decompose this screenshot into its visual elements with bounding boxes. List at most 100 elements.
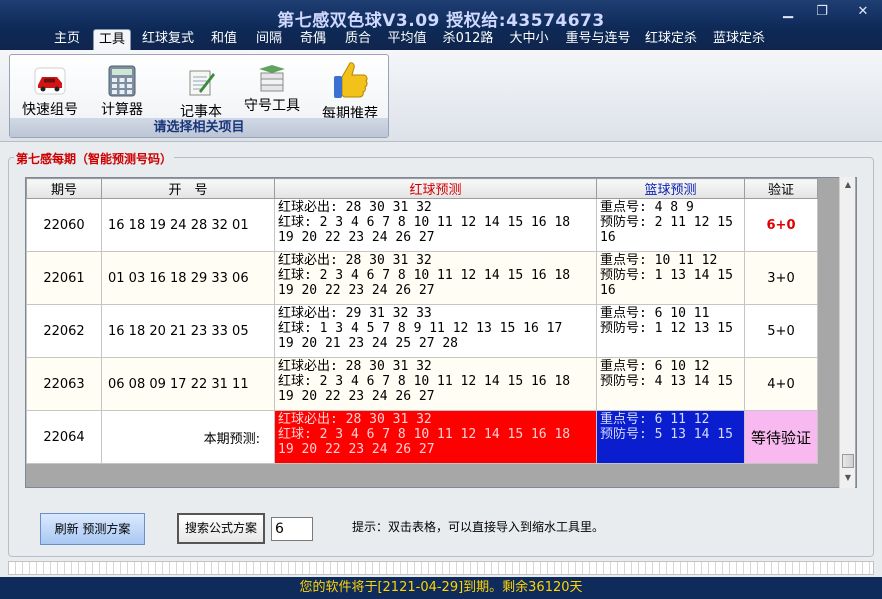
red-line-1: 红球: 1 3 4 5 7 8 9 11 12 13 15 16 17 <box>278 321 563 336</box>
menu-home[interactable]: 主页 <box>50 28 84 50</box>
title-bar: 第七感双色球V3.09 授权给:43574673 ▁ ❐ ✕ 主页 工具 红球复… <box>0 0 882 51</box>
cell-verify: 等待验证 <box>744 410 818 464</box>
refresh-prediction-button[interactable]: 刷新 预测方案 <box>40 513 145 545</box>
red-line-2: 19 20 22 23 24 26 27 <box>278 389 435 404</box>
tool-quick-combo[interactable]: 快速组号 <box>20 65 80 119</box>
blue-back-1: 预防号: 2 11 12 15 <box>600 215 733 230</box>
cell-issue: 22062 <box>26 304 102 358</box>
cell-verify: 5+0 <box>744 304 818 358</box>
cell-blue-prediction: 重点号: 10 11 12 预防号: 1 13 14 15 16 <box>596 251 745 305</box>
cell-issue: 22061 <box>26 251 102 305</box>
blue-back-1: 预防号: 1 12 13 15 <box>600 321 733 336</box>
menu-odd-even[interactable]: 奇偶 <box>294 28 332 50</box>
table-row[interactable]: 22060 16 18 19 24 28 32 01 红球必出: 28 30 3… <box>26 198 818 252</box>
toolbar-group: 快速组号 计算器 记事本 守号工具 每期推荐 请选择相关项目 <box>9 54 389 138</box>
menu-sum[interactable]: 和值 <box>205 28 243 50</box>
toolbar-area: 快速组号 计算器 记事本 守号工具 每期推荐 请选择相关项目 <box>0 50 882 142</box>
red-line-1: 红球: 2 3 4 6 7 8 10 11 12 14 15 16 18 <box>278 427 571 442</box>
menu-red-kill[interactable]: 红球定杀 <box>643 28 699 50</box>
red-must: 红球必出: 28 30 31 32 <box>278 200 432 215</box>
cell-red-prediction: 红球必出: 28 30 31 32 红球: 2 3 4 6 7 8 10 11 … <box>274 251 597 305</box>
toolbar-caption: 请选择相关项目 <box>10 118 388 137</box>
cell-issue: 22063 <box>26 357 102 411</box>
blue-key: 重点号: 6 10 11 <box>600 306 710 321</box>
blue-back-2: 16 <box>600 283 616 298</box>
cell-red-prediction: 红球必出: 28 30 31 32 红球: 2 3 4 6 7 8 10 11 … <box>274 198 597 252</box>
cell-blue-prediction: 重点号: 6 10 12 预防号: 4 13 14 15 <box>596 357 745 411</box>
red-must: 红球必出: 28 30 31 32 <box>278 359 432 374</box>
cell-verify: 6+0 <box>744 198 818 252</box>
search-formula-button[interactable]: 搜索公式方案 <box>177 513 265 544</box>
blue-back-1: 预防号: 4 13 14 15 <box>600 374 733 389</box>
tool-recommend[interactable]: 每期推荐 <box>316 59 384 123</box>
panel-legend: 第七感每期（智能预测号码） <box>14 150 175 167</box>
red-line-2: 19 20 22 23 24 26 27 <box>278 283 435 298</box>
cell-blue-prediction: 重点号: 6 10 11 预防号: 1 12 13 15 <box>596 304 745 358</box>
restore-icon[interactable]: ❐ <box>811 3 833 21</box>
menu-interval[interactable]: 间隔 <box>250 28 288 50</box>
notepad-icon <box>189 70 215 96</box>
cell-verify: 3+0 <box>744 251 818 305</box>
menu-tools[interactable]: 工具 <box>93 29 131 51</box>
menu-kill-012[interactable]: 杀012路 <box>440 28 496 50</box>
stack-icon <box>259 65 285 92</box>
blue-key: 重点号: 6 11 12 <box>600 412 710 427</box>
menu-blue-kill[interactable]: 蓝球定杀 <box>711 28 767 50</box>
tool-keep-number[interactable]: 守号工具 <box>240 63 304 115</box>
header-issue[interactable]: 期号 <box>26 178 102 199</box>
prediction-table[interactable]: 期号 开 号 红球预测 篮球预测 验证 22060 16 18 19 24 28… <box>25 177 857 488</box>
menu-bar: 主页 工具 红球复式 和值 间隔 奇偶 质合 平均值 杀012路 大中小 重号与… <box>0 28 882 51</box>
thumbs-up-icon <box>334 62 368 98</box>
menu-red-multiple[interactable]: 红球复式 <box>140 28 196 50</box>
table-row-current[interactable]: 22064 本期预测: 红球必出: 28 30 31 32 红球: 2 3 4 … <box>26 410 818 464</box>
blue-key: 重点号: 4 8 9 <box>600 200 694 215</box>
scroll-up-icon[interactable]: ▲ <box>840 180 856 189</box>
cell-blue-prediction: 重点号: 6 11 12 预防号: 5 13 14 15 <box>596 410 745 464</box>
expiry-footer: 您的软件将于[2121-04-29]到期。剩余36120天 <box>0 577 882 599</box>
red-line-2: 19 20 22 23 24 26 27 <box>278 442 435 457</box>
blue-back-2: 16 <box>600 230 616 245</box>
menu-prime-composite[interactable]: 质合 <box>339 28 377 50</box>
cell-draw: 01 03 16 18 29 33 06 <box>101 251 275 305</box>
status-strip <box>8 561 874 575</box>
header-red-prediction[interactable]: 红球预测 <box>274 178 597 199</box>
red-line-2: 19 20 22 23 24 26 27 <box>278 230 435 245</box>
minimize-icon[interactable]: ▁ <box>777 3 799 21</box>
red-must: 红球必出: 28 30 31 32 <box>278 412 432 427</box>
red-must: 红球必出: 28 30 31 32 <box>278 253 432 268</box>
cell-draw: 06 08 09 17 22 31 11 <box>101 357 275 411</box>
table-scrollbar[interactable]: ▲ ▼ <box>839 177 855 488</box>
blue-key: 重点号: 10 11 12 <box>600 253 718 268</box>
menu-size[interactable]: 大中小 <box>506 28 552 50</box>
table-row[interactable]: 22061 01 03 16 18 29 33 06 红球必出: 28 30 3… <box>26 251 818 305</box>
menu-repeat-consecutive[interactable]: 重号与连号 <box>563 28 633 50</box>
blue-back-1: 预防号: 5 13 14 15 <box>600 427 733 442</box>
cell-draw: 16 18 20 21 23 33 05 <box>101 304 275 358</box>
cell-red-prediction: 红球必出: 29 31 32 33 红球: 1 3 4 5 7 8 9 11 1… <box>274 304 597 358</box>
cell-draw: 本期预测: <box>101 410 275 464</box>
menu-average[interactable]: 平均值 <box>384 28 430 50</box>
red-line-1: 红球: 2 3 4 6 7 8 10 11 12 14 15 16 18 <box>278 374 571 389</box>
scroll-thumb[interactable] <box>842 454 854 468</box>
red-line-1: 红球: 2 3 4 6 7 8 10 11 12 14 15 16 18 <box>278 268 571 283</box>
red-must: 红球必出: 29 31 32 33 <box>278 306 432 321</box>
formula-count-input[interactable] <box>271 517 313 541</box>
tool-calculator[interactable]: 计算器 <box>96 65 148 119</box>
header-draw[interactable]: 开 号 <box>101 178 275 199</box>
close-icon[interactable]: ✕ <box>852 3 874 21</box>
red-line-2: 19 20 21 23 24 25 27 28 <box>278 336 459 351</box>
header-blue-prediction[interactable]: 篮球预测 <box>596 178 745 199</box>
car-icon <box>34 67 66 95</box>
header-verify[interactable]: 验证 <box>744 178 818 199</box>
table-row[interactable]: 22063 06 08 09 17 22 31 11 红球必出: 28 30 3… <box>26 357 818 411</box>
cell-red-prediction: 红球必出: 28 30 31 32 红球: 2 3 4 6 7 8 10 11 … <box>274 410 597 464</box>
tool-notepad[interactable]: 记事本 <box>175 67 227 121</box>
cell-issue: 22064 <box>26 410 102 464</box>
hint-text: 提示：双击表格，可以直接导入到缩水工具里。 <box>352 520 605 534</box>
blue-key: 重点号: 6 10 12 <box>600 359 710 374</box>
cell-draw: 16 18 19 24 28 32 01 <box>101 198 275 252</box>
table-row[interactable]: 22062 16 18 20 21 23 33 05 红球必出: 29 31 3… <box>26 304 818 358</box>
tool-quick-combo-label: 快速组号 <box>22 102 78 118</box>
red-line-1: 红球: 2 3 4 6 7 8 10 11 12 14 15 16 18 <box>278 215 571 230</box>
scroll-down-icon[interactable]: ▼ <box>840 473 856 482</box>
